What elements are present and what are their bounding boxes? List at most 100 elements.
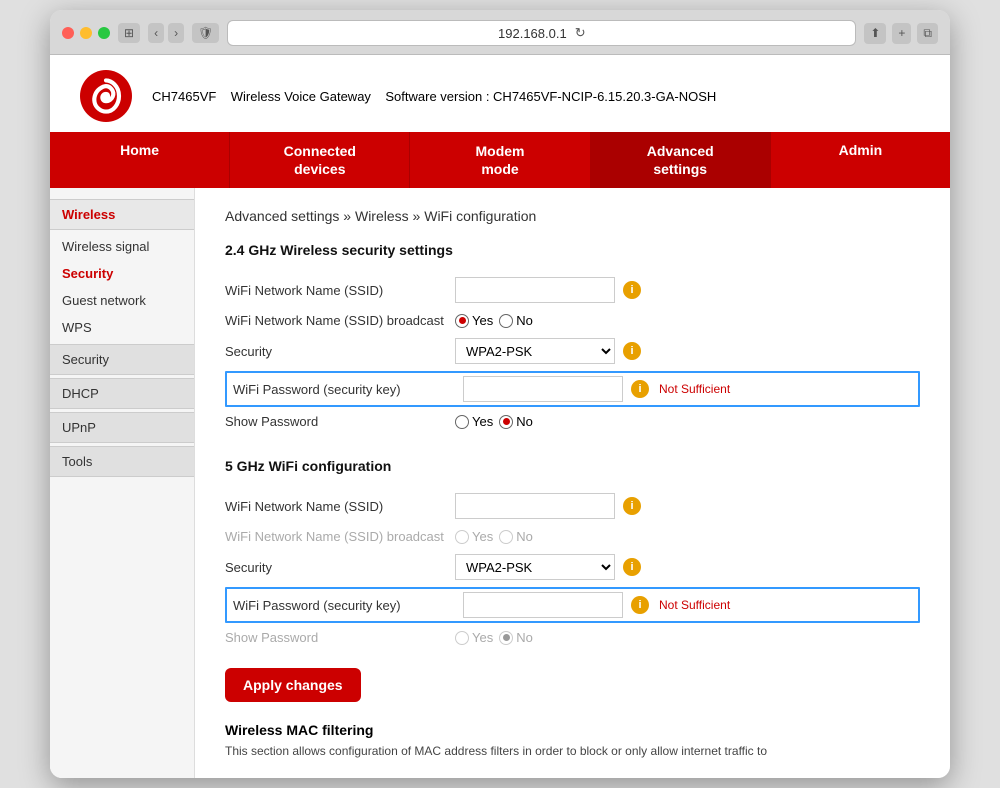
address-bar[interactable]: 192.168.0.1 ↻ bbox=[227, 20, 856, 46]
minimize-button[interactable] bbox=[80, 27, 92, 39]
security-5-label: Security bbox=[225, 560, 455, 575]
ssid-5-info-icon[interactable]: i bbox=[623, 497, 641, 515]
form-row-security-5: Security WPA2-PSK WPA-PSK None i bbox=[225, 549, 920, 585]
security-24-select[interactable]: WPA2-PSK WPA-PSK None bbox=[455, 338, 615, 364]
sidebar-item-wps[interactable]: WPS bbox=[50, 314, 194, 341]
close-button[interactable] bbox=[62, 27, 74, 39]
password-24-input[interactable] bbox=[463, 376, 623, 402]
sidebar-tools-label: Tools bbox=[62, 454, 92, 469]
breadcrumb: Advanced settings » Wireless » WiFi conf… bbox=[225, 208, 920, 224]
show-password-5-value: Yes No bbox=[455, 630, 533, 645]
security-24-info-icon[interactable]: i bbox=[623, 342, 641, 360]
section-24ghz: 2.4 GHz Wireless security settings WiFi … bbox=[225, 242, 920, 434]
security-5-select[interactable]: WPA2-PSK WPA-PSK None bbox=[455, 554, 615, 580]
form-row-security-24: Security WPA2-PSK WPA-PSK None i bbox=[225, 333, 920, 369]
sidebar-wireless-group[interactable]: Wireless bbox=[50, 199, 194, 230]
password-24-label: WiFi Password (security key) bbox=[233, 382, 463, 397]
tab-overview-button[interactable]: ⧉ bbox=[917, 23, 938, 44]
refresh-icon[interactable]: ↻ bbox=[575, 25, 586, 41]
toolbar-icons: ⬆ + ⧉ bbox=[864, 23, 938, 44]
ssid-broadcast-5-value: Yes No bbox=[455, 529, 533, 544]
share-button[interactable]: ⬆ bbox=[864, 23, 886, 44]
password-24-info-icon[interactable]: i bbox=[631, 380, 649, 398]
nav-admin[interactable]: Admin bbox=[771, 132, 950, 188]
show-password-24-yes-label[interactable]: Yes bbox=[455, 414, 493, 429]
forward-button[interactable]: › bbox=[168, 23, 184, 43]
new-tab-button[interactable]: + bbox=[892, 23, 911, 44]
ssid-broadcast-24-value: Yes No bbox=[455, 313, 533, 328]
show-password-24-yes-radio[interactable] bbox=[455, 415, 469, 429]
nav-advanced-settings-label: Advancedsettings bbox=[647, 143, 714, 177]
sidebar-security-section[interactable]: Security bbox=[50, 344, 194, 375]
nav-modem-mode[interactable]: Modemmode bbox=[410, 132, 590, 188]
security-5-info-icon[interactable]: i bbox=[623, 558, 641, 576]
show-password-24-radio: Yes No bbox=[455, 414, 533, 429]
sidebar-upnp-section[interactable]: UPnP bbox=[50, 412, 194, 443]
ssid-broadcast-24-yes-radio[interactable] bbox=[455, 314, 469, 328]
mac-filtering-title: Wireless MAC filtering bbox=[225, 722, 920, 738]
nav-connected-devices[interactable]: Connecteddevices bbox=[230, 132, 410, 188]
maximize-button[interactable] bbox=[98, 27, 110, 39]
nav-home[interactable]: Home bbox=[50, 132, 230, 188]
show-password-5-no-label: No bbox=[499, 630, 533, 645]
form-row-ssid-5: WiFi Network Name (SSID) i bbox=[225, 488, 920, 524]
apply-changes-button[interactable]: Apply changes bbox=[225, 668, 361, 702]
ssid-24-info-icon[interactable]: i bbox=[623, 281, 641, 299]
ssid-broadcast-24-label: WiFi Network Name (SSID) broadcast bbox=[225, 313, 455, 328]
apply-changes-label: Apply changes bbox=[243, 677, 343, 693]
sidebar-dhcp-label: DHCP bbox=[62, 386, 99, 401]
content-area: Wireless Wireless signal Security Guest … bbox=[50, 188, 950, 778]
ssid-broadcast-24-no-label[interactable]: No bbox=[499, 313, 533, 328]
mac-filtering-description: This section allows configuration of MAC… bbox=[225, 744, 920, 758]
breadcrumb-sep2: » bbox=[413, 208, 425, 224]
sidebar-item-guest-network[interactable]: Guest network bbox=[50, 287, 194, 314]
show-password-24-no-label[interactable]: No bbox=[499, 414, 533, 429]
vodafone-logo bbox=[80, 70, 132, 122]
device-software: Software version : CH7465VF-NCIP-6.15.20… bbox=[385, 89, 716, 104]
sidebar-upnp-label: UPnP bbox=[62, 420, 96, 435]
device-info: CH7465VF Wireless Voice Gateway Software… bbox=[152, 89, 716, 104]
sidebar-security-section-label: Security bbox=[62, 352, 109, 367]
show-password-24-no-radio[interactable] bbox=[499, 415, 513, 429]
page-content: CH7465VF Wireless Voice Gateway Software… bbox=[50, 55, 950, 778]
password-24-value: i Not Sufficient bbox=[463, 376, 730, 402]
show-password-5-radio: Yes No bbox=[455, 630, 533, 645]
nav-buttons: ‹ › bbox=[148, 23, 184, 43]
sidebar-wireless-label: Wireless bbox=[62, 207, 115, 222]
security-24-value: WPA2-PSK WPA-PSK None i bbox=[455, 338, 641, 364]
device-model: CH7465VF bbox=[152, 89, 216, 104]
password-5-not-sufficient: Not Sufficient bbox=[659, 598, 730, 612]
ssid-5-input[interactable] bbox=[455, 493, 615, 519]
security-24-label: Security bbox=[225, 344, 455, 359]
password-5-info-icon[interactable]: i bbox=[631, 596, 649, 614]
section-5ghz: 5 GHz WiFi configuration WiFi Network Na… bbox=[225, 458, 920, 650]
form-row-password-24: WiFi Password (security key) i Not Suffi… bbox=[225, 371, 920, 407]
ssid-24-label: WiFi Network Name (SSID) bbox=[225, 283, 455, 298]
breadcrumb-sep1: » bbox=[343, 208, 355, 224]
sidebar-wps-label: WPS bbox=[62, 320, 92, 335]
form-row-ssid-broadcast-24: WiFi Network Name (SSID) broadcast Yes bbox=[225, 308, 920, 333]
form-row-password-5: WiFi Password (security key) i Not Suffi… bbox=[225, 587, 920, 623]
nav-connected-devices-label: Connecteddevices bbox=[284, 143, 356, 177]
sidebar-item-wireless-signal[interactable]: Wireless signal bbox=[50, 233, 194, 260]
device-type: Wireless Voice Gateway bbox=[231, 89, 371, 104]
ssid-broadcast-24-no-radio[interactable] bbox=[499, 314, 513, 328]
ssid-broadcast-5-label: WiFi Network Name (SSID) broadcast bbox=[225, 529, 455, 544]
breadcrumb-part1: Advanced settings bbox=[225, 208, 339, 224]
shield-icon[interactable]: 🛡 bbox=[192, 23, 219, 43]
breadcrumb-part2: Wireless bbox=[355, 208, 409, 224]
sidebar-item-security-wireless[interactable]: Security bbox=[50, 260, 194, 287]
sidebar-toggle-button[interactable]: ⊞ bbox=[118, 23, 140, 43]
ssid-24-input[interactable] bbox=[455, 277, 615, 303]
sidebar-dhcp-section[interactable]: DHCP bbox=[50, 378, 194, 409]
back-button[interactable]: ‹ bbox=[148, 23, 164, 43]
section-separator bbox=[225, 444, 920, 458]
ssid-broadcast-5-yes-label: Yes bbox=[455, 529, 493, 544]
password-5-input[interactable] bbox=[463, 592, 623, 618]
sidebar-wireless-signal-label: Wireless signal bbox=[62, 239, 149, 254]
ssid-broadcast-24-yes-label[interactable]: Yes bbox=[455, 313, 493, 328]
nav-advanced-settings[interactable]: Advancedsettings bbox=[591, 132, 771, 188]
show-password-24-value: Yes No bbox=[455, 414, 533, 429]
security-5-value: WPA2-PSK WPA-PSK None i bbox=[455, 554, 641, 580]
sidebar-tools-section[interactable]: Tools bbox=[50, 446, 194, 477]
